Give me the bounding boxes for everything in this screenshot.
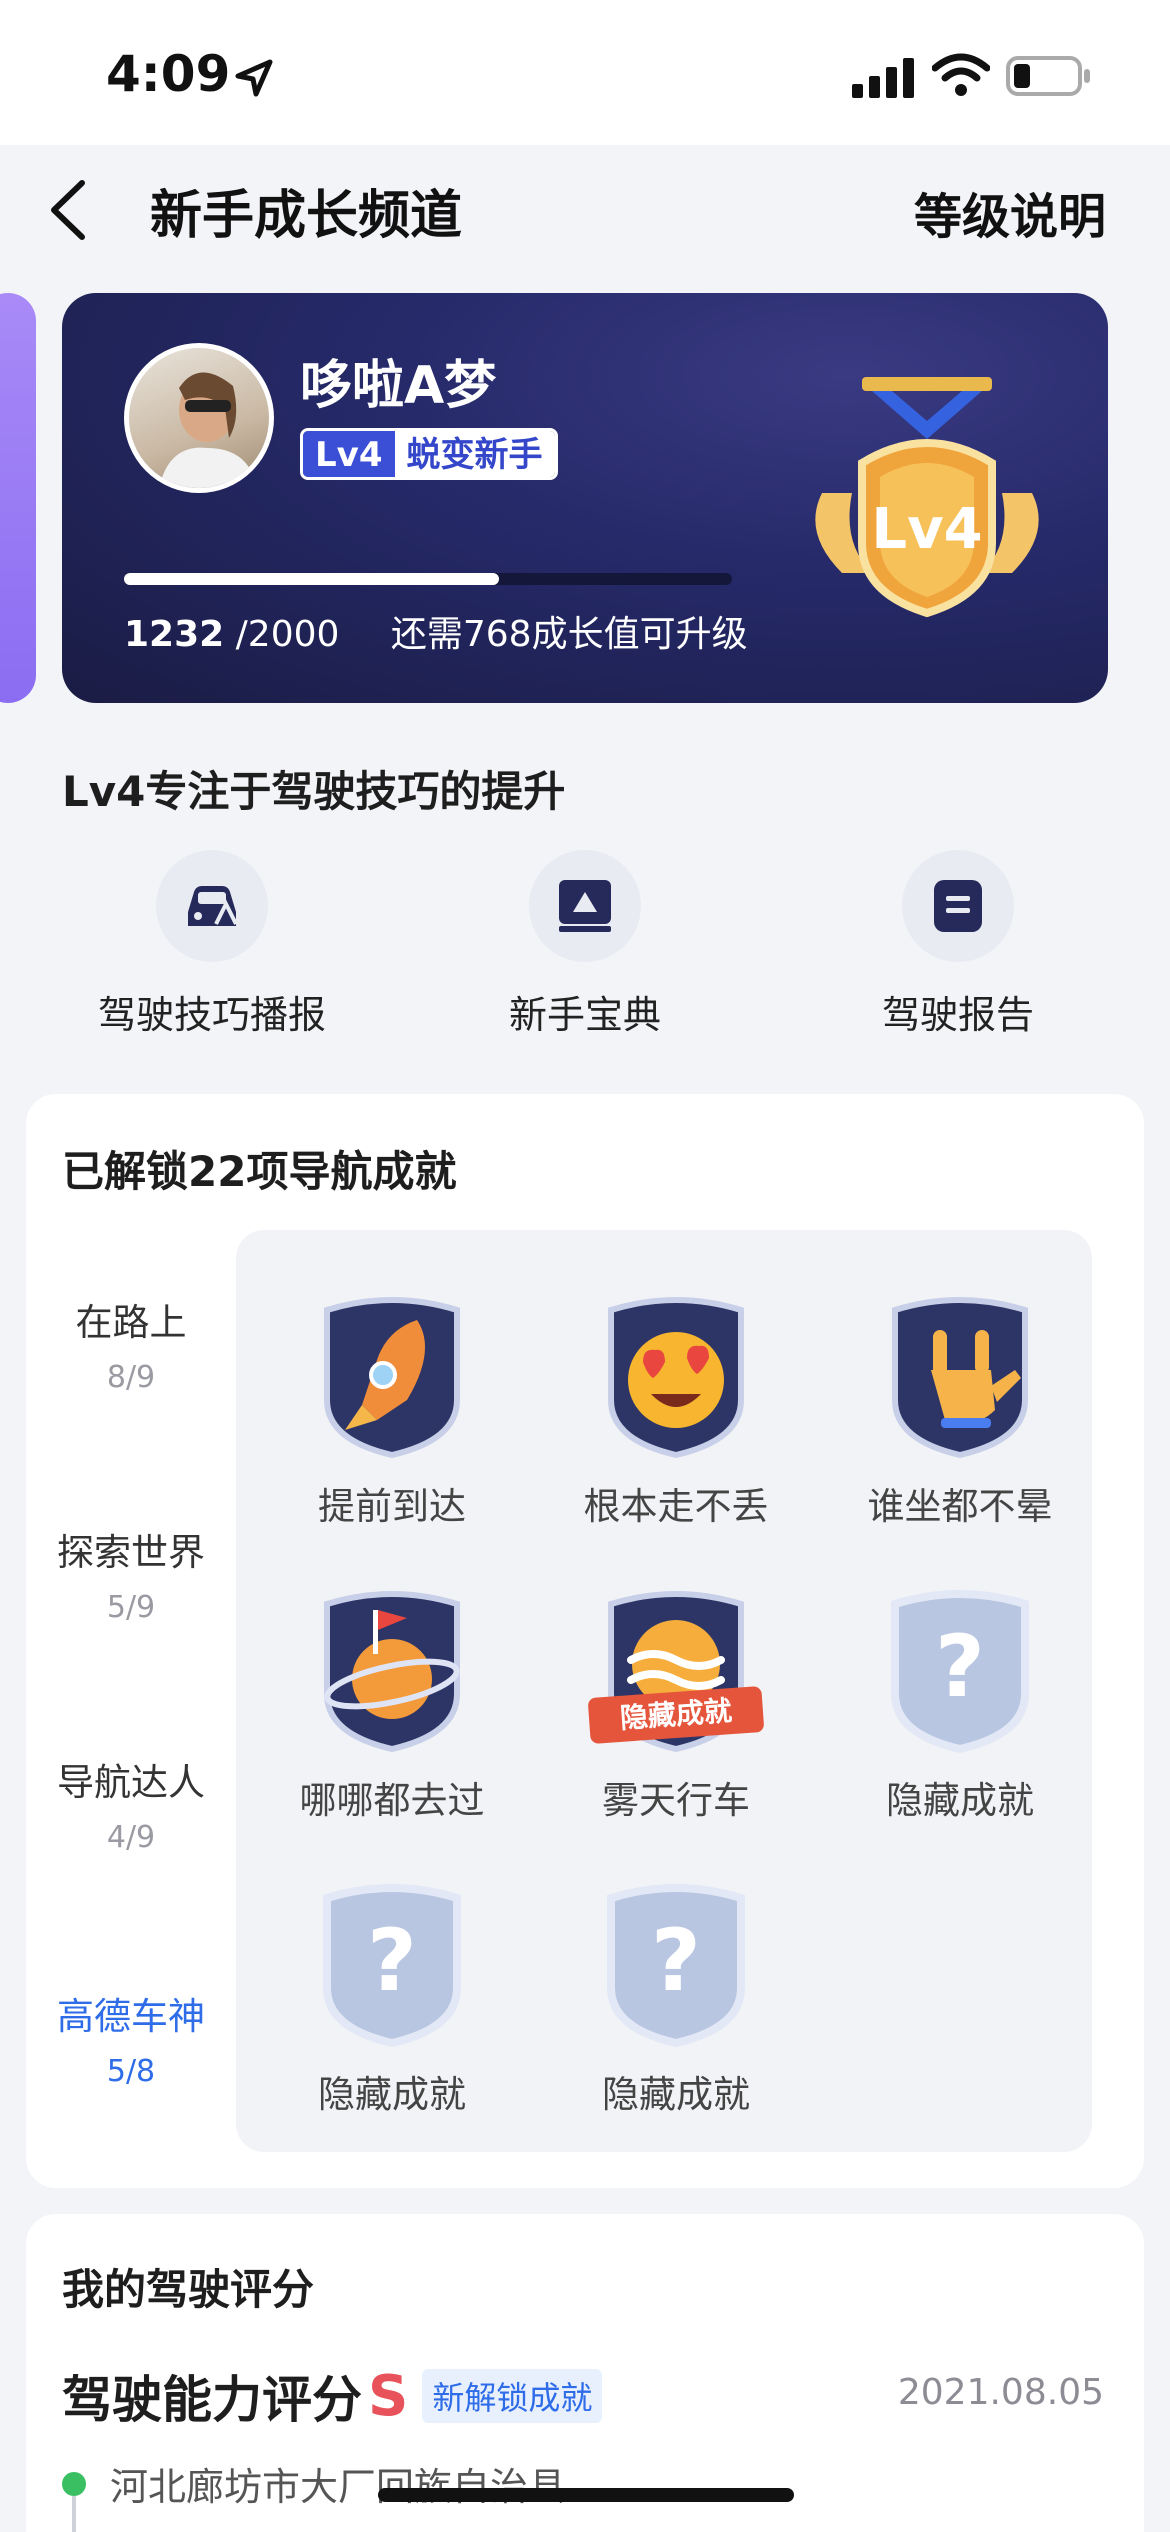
svg-text:?: ?	[651, 1911, 701, 2011]
badge-hidden-2[interactable]: ? 隐藏成就	[272, 1878, 512, 2118]
category-name: 在路上	[75, 1301, 187, 1344]
medal-text: Lv4	[871, 497, 982, 562]
badge-name: 隐藏成就	[602, 2073, 750, 2116]
category-amap-driver-god[interactable]: 高德车神 5/8	[26, 1986, 236, 2089]
badge-foggy-driving[interactable]: 隐藏成就 雾天行车	[556, 1584, 796, 1824]
progress-current: 1232	[124, 614, 225, 655]
badge-shield: ?	[591, 1878, 761, 2048]
progress-fill	[124, 573, 499, 585]
driving-rating-card: 我的驾驶评分 驾驶能力评分 S 新解锁成就 2021.08.05 河北廊坊市大厂…	[26, 2214, 1144, 2532]
car-icon	[188, 886, 238, 926]
badge-name: 哪哪都去过	[299, 1779, 485, 1822]
planet-flag-icon	[324, 1591, 460, 1753]
home-indicator[interactable]	[378, 2488, 794, 2502]
rating-grade: S	[368, 2363, 409, 2429]
new-unlock-tag: 新解锁成就	[422, 2369, 603, 2423]
category-count: 4/9	[106, 1820, 156, 1855]
badge-shield	[307, 1290, 477, 1460]
rating-section-title: 我的驾驶评分	[62, 2265, 315, 2314]
hand-icon	[892, 1297, 1028, 1459]
level-card: 哆啦A梦 Lv4 蜕变新手 1232 /2000 还需768成长值可升级 Lv4	[62, 293, 1108, 703]
category-name: 探索世界	[57, 1531, 205, 1574]
shortcut-driving-tips[interactable]: 驾驶技巧播报	[82, 850, 342, 1039]
route-line	[72, 2496, 76, 2532]
badge-no-motion-sickness[interactable]: 谁坐都不晕	[840, 1290, 1080, 1530]
shortcut-label: 驾驶技巧播报	[97, 993, 326, 1037]
status-bar: 4:09	[0, 0, 1170, 145]
badge-never-lost[interactable]: 根本走不丢	[556, 1290, 796, 1530]
user-name: 哆啦A梦	[300, 356, 497, 416]
back-arrow-icon[interactable]	[44, 175, 94, 245]
badge-name: 谁坐都不晕	[867, 1485, 1053, 1528]
shortcut-driving-report[interactable]: 驾驶报告	[828, 850, 1088, 1039]
category-navigation-expert[interactable]: 导航达人 4/9	[26, 1752, 236, 1855]
badge-name: 根本走不丢	[583, 1485, 769, 1528]
achievements-card: 已解锁22项导航成就 在路上 8/9 探索世界 5/9 导航达人 4/9 高德车…	[26, 1094, 1144, 2188]
category-explore-world[interactable]: 探索世界 5/9	[26, 1522, 236, 1625]
svg-text:?: ?	[367, 1911, 417, 2011]
level-medal-icon: Lv4	[815, 377, 1039, 618]
question-icon: ?	[891, 1590, 1029, 1754]
badge-shield	[307, 1584, 477, 1754]
rating-row[interactable]: 驾驶能力评分 S 新解锁成就	[62, 2360, 603, 2432]
shortcut-label: 新手宝典	[508, 993, 661, 1037]
progress-text: 1232 /2000 还需768成长值可升级	[124, 605, 748, 657]
badge-name: 提前到达	[318, 1485, 466, 1528]
badge-hidden-3[interactable]: ? 隐藏成就	[556, 1878, 796, 2118]
progress-total: /2000	[235, 614, 340, 655]
svg-text:?: ?	[935, 1617, 985, 1717]
level-explanation-link[interactable]: 等级说明	[914, 177, 1106, 247]
rating-date: 2021.08.05	[897, 2372, 1104, 2413]
badge-shield	[591, 1290, 761, 1460]
wifi-icon	[932, 53, 990, 96]
status-time: 4:09	[106, 45, 231, 103]
level-tag: Lv4 蜕变新手	[300, 428, 558, 480]
rating-label: 驾驶能力评分	[62, 2371, 362, 2429]
shortcut-row: 驾驶技巧播报 新手宝典 驾驶报告	[0, 850, 1170, 1037]
badge-name: 隐藏成就	[318, 2073, 466, 2116]
start-point-icon	[62, 2472, 86, 2496]
level-badge-number: Lv4	[303, 431, 395, 477]
badge-name: 隐藏成就	[886, 1779, 1034, 1822]
badge-shield: ?	[875, 1584, 1045, 1754]
badge-hidden-1[interactable]: ? 隐藏成就	[840, 1584, 1080, 1824]
cellular-signal-icon	[852, 58, 914, 98]
shortcut-icon-bg	[529, 850, 641, 962]
badge-been-everywhere[interactable]: 哪哪都去过	[272, 1584, 512, 1824]
shortcut-icon-bg	[156, 850, 268, 962]
level-title: 蜕变新手	[394, 431, 555, 477]
shortcut-beginner-guide[interactable]: 新手宝典	[455, 850, 715, 1039]
shortcut-label: 驾驶报告	[881, 993, 1034, 1037]
badge-shield	[875, 1290, 1045, 1460]
category-count: 8/9	[106, 1360, 156, 1395]
heart-eyes-icon	[608, 1297, 744, 1459]
badge-early-arrival[interactable]: 提前到达	[272, 1290, 512, 1530]
battery-icon	[1006, 56, 1090, 96]
badge-shield: ?	[307, 1878, 477, 2048]
previous-level-card[interactable]	[0, 293, 36, 703]
category-count: 5/9	[106, 1590, 156, 1625]
shortcut-icon-bg	[902, 850, 1014, 962]
avatar[interactable]	[124, 343, 274, 493]
badge-shield: 隐藏成就	[587, 1584, 765, 1754]
route-start-location: 河北廊坊市大厂回族自治县	[110, 2465, 567, 2509]
question-icon: ?	[607, 1884, 745, 2048]
achievements-title: 已解锁22项导航成就	[62, 1147, 457, 1196]
category-on-the-road[interactable]: 在路上 8/9	[26, 1292, 236, 1395]
badge-name: 雾天行车	[602, 1779, 750, 1822]
category-count: 5/8	[106, 2054, 156, 2089]
report-icon	[934, 880, 982, 932]
progress-hint: 还需768成长值可升级	[390, 614, 748, 655]
progress-bar	[124, 573, 732, 585]
book-icon	[559, 880, 611, 932]
rocket-icon	[324, 1297, 460, 1459]
page-title: 新手成长频道	[150, 186, 463, 246]
category-name: 导航达人	[57, 1761, 205, 1804]
question-icon: ?	[323, 1884, 461, 2048]
location-arrow-icon	[235, 59, 273, 97]
level-description: Lv4专注于驾驶技巧的提升	[62, 767, 566, 816]
category-name: 高德车神	[57, 1995, 205, 2038]
nav-bar: 新手成长频道 等级说明	[0, 145, 1170, 270]
